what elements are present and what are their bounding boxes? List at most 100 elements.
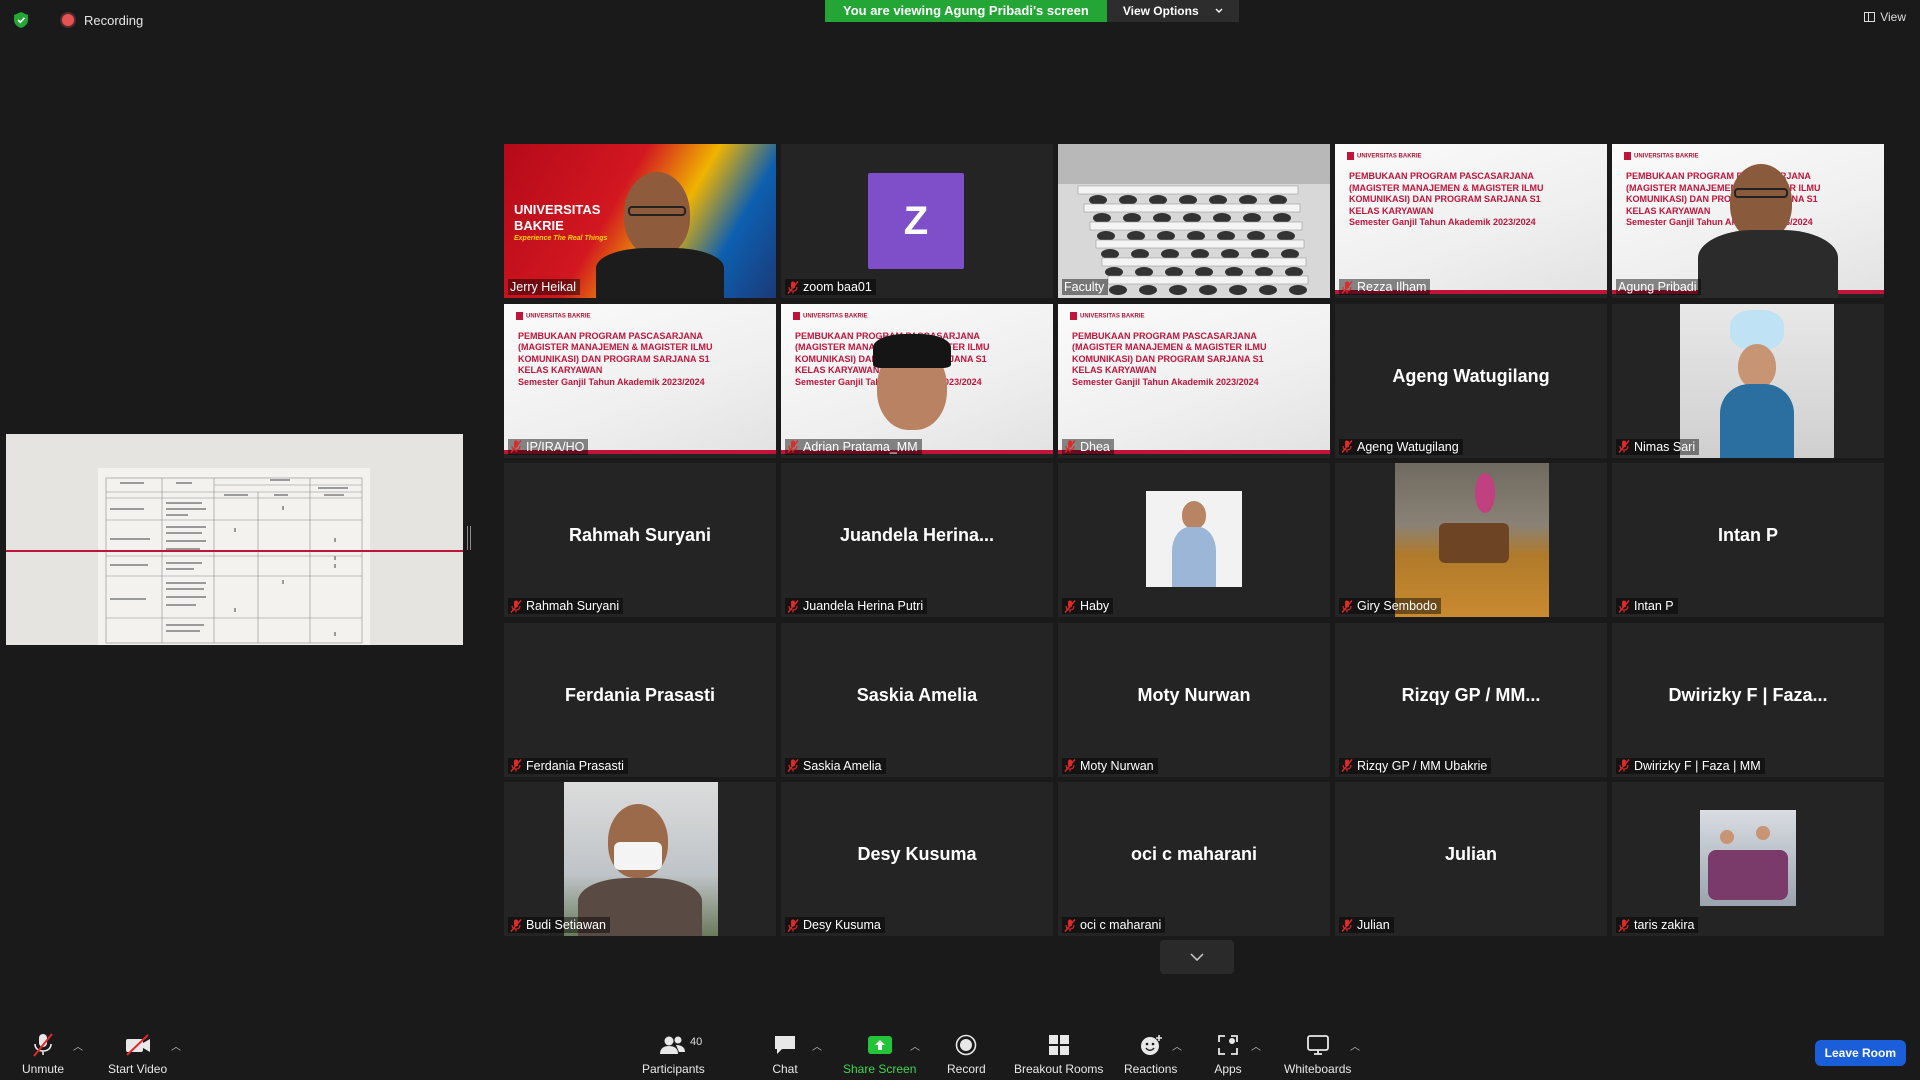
participant-tile[interactable]: Zzoom baa01: [781, 144, 1053, 298]
participant-tile[interactable]: Nimas Sari: [1612, 303, 1884, 458]
microphone-muted-icon: [787, 599, 799, 613]
participant-tile[interactable]: oci c maharani oci c maharani: [1058, 782, 1330, 936]
participant-tile[interactable]: UNIVERSITAS BAKRIE PEMBUKAAN PROGRAM PASC…: [781, 303, 1053, 458]
record-button[interactable]: Record: [947, 1032, 986, 1076]
whiteboards-options-caret[interactable]: ︿: [1350, 1038, 1360, 1053]
participants-label: Participants: [642, 1062, 705, 1076]
share-options-caret[interactable]: ︿: [910, 1038, 920, 1053]
participant-name-label: Giry Sembodo: [1339, 598, 1441, 614]
reactions-label: Reactions: [1124, 1062, 1178, 1076]
shield-icon: [14, 12, 28, 28]
participant-name-label: Nimas Sari: [1616, 438, 1700, 455]
participant-name-label: Haby: [1062, 598, 1114, 614]
participant-name-label: zoom baa01: [785, 279, 876, 295]
participant-name-label: Faculty: [1062, 279, 1109, 295]
view-options-label: View Options: [1122, 4, 1199, 18]
participant-name: Dhea: [1080, 439, 1110, 454]
slide-title: PEMBUKAAN PROGRAM PASCASARJANA (MAGISTER …: [518, 330, 713, 387]
microphone-muted-icon: [1064, 440, 1076, 453]
microphone-muted-icon: [1341, 918, 1353, 932]
participant-name: Adrian Pratama_MM: [803, 439, 918, 454]
participant-name: Moty Nurwan: [1080, 758, 1154, 773]
slide-logo: UNIVERSITAS BAKRIE: [1624, 152, 1699, 160]
leave-room-button[interactable]: Leave Room: [1814, 1040, 1906, 1066]
microphone-muted-icon: [1618, 440, 1630, 453]
participant-tile[interactable]: Julian Julian: [1335, 782, 1607, 936]
panel-resize-handle[interactable]: [467, 526, 471, 550]
participant-name-label: Intan P: [1616, 598, 1678, 614]
share-screen-label: Share Screen: [843, 1062, 917, 1076]
participant-tile[interactable]: Juandela Herina... Juandela Herina Putri: [781, 463, 1053, 617]
participant-tile[interactable]: Rizqy GP / MM... Rizqy GP / MM Ubakrie: [1335, 622, 1607, 777]
participant-tile[interactable]: Rahmah Suryani Rahmah Suryani: [504, 463, 776, 617]
participant-name-label: Saskia Amelia: [785, 757, 886, 774]
microphone-muted-icon: [1618, 918, 1630, 932]
participant-tile[interactable]: Intan P Intan P: [1612, 463, 1884, 617]
viewing-banner-text: You are viewing Agung Pribadi's screen: [825, 0, 1107, 22]
participant-display-name: Julian: [1444, 844, 1497, 864]
participant-display-name: Ageng Watugilang: [1392, 365, 1550, 386]
participant-name: zoom baa01: [803, 280, 872, 294]
participant-tile[interactable]: Faculty: [1058, 144, 1330, 298]
reactions-options-caret[interactable]: ︿: [1172, 1038, 1182, 1053]
profile-photo: [1680, 303, 1834, 458]
reactions-button[interactable]: Reactions: [1124, 1032, 1177, 1076]
microphone-muted-icon: [1064, 759, 1076, 772]
participant-tile[interactable]: Moty Nurwan Moty Nurwan: [1058, 622, 1330, 777]
participant-name-label: Budi Setiawan: [508, 917, 610, 933]
reactions-icon: [1140, 1035, 1162, 1055]
scroll-more-participants-button[interactable]: [1160, 940, 1234, 974]
audio-options-caret[interactable]: ︿: [73, 1038, 83, 1053]
start-video-button[interactable]: Start Video: [108, 1032, 167, 1076]
share-screen-button[interactable]: Share Screen: [843, 1032, 916, 1076]
participants-count: 40: [690, 1036, 703, 1048]
view-button[interactable]: View: [1864, 10, 1906, 24]
chat-options-caret[interactable]: ︿: [812, 1038, 822, 1053]
participant-name: Ferdania Prasasti: [526, 758, 624, 773]
microphone-muted-icon: [1341, 599, 1353, 613]
whiteboards-button[interactable]: Whiteboards: [1284, 1032, 1351, 1076]
classroom-photo: [1058, 144, 1330, 298]
microphone-muted-icon: [510, 918, 522, 932]
participant-tile[interactable]: Dwirizky F | Faza... Dwirizky F | Faza | …: [1612, 622, 1884, 777]
slide-logo: UNIVERSITAS BAKRIE: [1347, 152, 1422, 160]
profile-photo: [1700, 810, 1796, 906]
chat-button[interactable]: Chat: [771, 1032, 799, 1076]
apps-icon: [1218, 1035, 1238, 1055]
participant-name-label: Agung Pribadi: [1616, 279, 1701, 295]
microphone-muted-icon: [510, 599, 522, 613]
ub-background-tagline: Experience The Real Things: [514, 235, 608, 242]
participant-tile[interactable]: Giry Sembodo: [1335, 463, 1607, 617]
participant-tile[interactable]: Haby: [1058, 463, 1330, 617]
shared-screen-view[interactable]: [6, 434, 463, 645]
presentation-slide-background: UNIVERSITAS BAKRIE PEMBUKAAN PROGRAM PASC…: [1335, 144, 1607, 294]
participant-name: IP/IRA/HO: [526, 439, 585, 454]
profile-photo: [1146, 491, 1242, 587]
apps-button[interactable]: Apps: [1214, 1032, 1242, 1076]
participant-tile[interactable]: UNIVERSITAS BAKRIE PEMBUKAAN PROGRAM PASC…: [1612, 144, 1884, 298]
microphone-muted-icon: [1064, 918, 1076, 932]
participant-tile[interactable]: Budi Setiawan: [504, 782, 776, 936]
participant-tile[interactable]: taris zakira: [1612, 782, 1884, 936]
participant-name-label: Rahmah Suryani: [508, 598, 624, 614]
participant-tile[interactable]: UNIVERSITAS BAKRIE PEMBUKAAN PROGRAM PASC…: [504, 303, 776, 458]
participant-tile[interactable]: UNIVERSITAS BAKRIE PEMBUKAAN PROGRAM PASC…: [1335, 144, 1607, 298]
video-options-caret[interactable]: ︿: [171, 1038, 181, 1053]
participant-gallery: UNIVERSITAS BAKRIE Experience The Real Thi…: [504, 144, 1890, 936]
apps-options-caret[interactable]: ︿: [1251, 1038, 1261, 1053]
unmute-button[interactable]: Unmute: [22, 1032, 64, 1076]
recording-dot-icon: [62, 14, 74, 26]
avatar: Z: [868, 173, 964, 269]
participant-tile[interactable]: Ferdania Prasasti Ferdania Prasasti: [504, 622, 776, 777]
participant-tile[interactable]: UNIVERSITAS BAKRIE Experience The Real Thi…: [504, 144, 776, 298]
breakout-rooms-button[interactable]: Breakout Rooms: [1014, 1032, 1103, 1076]
participant-tile[interactable]: UNIVERSITAS BAKRIE PEMBUKAAN PROGRAM PASC…: [1058, 303, 1330, 458]
participant-tile[interactable]: Ageng Watugilang Ageng Watugilang: [1335, 303, 1607, 458]
participant-name-label: Jerry Heikal: [508, 279, 580, 295]
profile-photo: [564, 782, 718, 936]
participant-name-label: Dwirizky F | Faza | MM: [1616, 757, 1765, 774]
view-options-button[interactable]: View Options: [1106, 0, 1239, 22]
participant-tile[interactable]: Desy Kusuma Desy Kusuma: [781, 782, 1053, 936]
participant-display-name: Juandela Herina...: [839, 525, 995, 545]
participant-tile[interactable]: Saskia Amelia Saskia Amelia: [781, 622, 1053, 777]
